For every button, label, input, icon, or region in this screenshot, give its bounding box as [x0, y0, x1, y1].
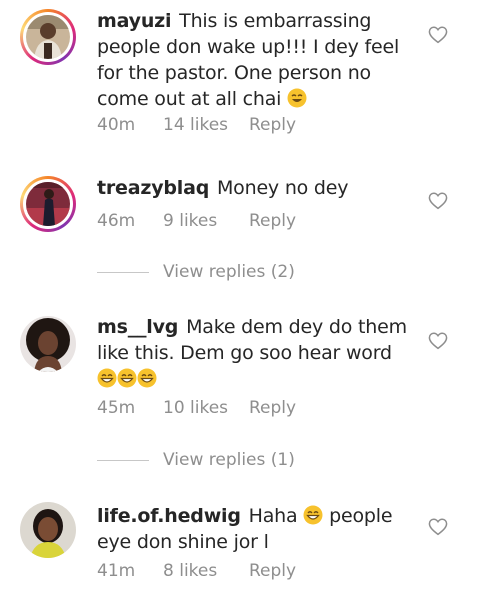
- divider-line: [97, 271, 149, 273]
- view-replies-label[interactable]: View replies (2): [163, 262, 295, 282]
- timestamp: 41m: [97, 561, 136, 581]
- username[interactable]: life.of.hedwig: [97, 505, 241, 527]
- grinning-face-icon: [303, 505, 323, 525]
- heart-outline-icon[interactable]: [428, 332, 448, 350]
- reply-button[interactable]: Reply: [249, 561, 296, 581]
- timestamp: 46m: [97, 211, 136, 231]
- comment-body-start: Haha: [248, 505, 298, 527]
- reply-button[interactable]: Reply: [249, 115, 296, 135]
- username[interactable]: treazyblaq: [97, 177, 209, 199]
- divider-line: [97, 459, 149, 461]
- likes-count[interactable]: 9 likes: [163, 211, 249, 231]
- view-replies-button[interactable]: View replies (1): [97, 450, 295, 470]
- username[interactable]: mayuzi: [97, 10, 172, 32]
- grinning-face-icon: [137, 368, 157, 388]
- comment-meta: 40m 14 likes Reply: [97, 115, 296, 135]
- avatar-woman-curly-icon[interactable]: [20, 316, 76, 372]
- avatar-man-icon[interactable]: [20, 9, 76, 65]
- comment-text: ms__lvg Make dem dey do them like this. …: [97, 314, 417, 392]
- comment-text: life.of.hedwig Haha people eye don shine…: [97, 503, 417, 555]
- comment-text: treazyblaq Money no dey: [97, 175, 417, 201]
- reply-button[interactable]: Reply: [249, 398, 296, 418]
- grinning-face-icon: [97, 368, 117, 388]
- timestamp: 40m: [97, 115, 136, 135]
- likes-count[interactable]: 14 likes: [163, 115, 249, 135]
- comment-meta: 41m 8 likes Reply: [97, 561, 296, 581]
- avatar-woman-red-icon[interactable]: [20, 176, 76, 232]
- likes-count[interactable]: 10 likes: [163, 398, 249, 418]
- comment-text: mayuzi This is embarrassing people don w…: [97, 8, 417, 112]
- likes-count[interactable]: 8 likes: [163, 561, 249, 581]
- reply-button[interactable]: Reply: [249, 211, 296, 231]
- grinning-face-icon: [117, 368, 137, 388]
- timestamp: 45m: [97, 398, 136, 418]
- heart-outline-icon[interactable]: [428, 518, 448, 536]
- comment-meta: 45m 10 likes Reply: [97, 398, 296, 418]
- username[interactable]: ms__lvg: [97, 316, 178, 338]
- comment-meta: 46m 9 likes Reply: [97, 211, 296, 231]
- comment-body: Money no dey: [216, 177, 349, 199]
- avatar-woman-yellow-icon[interactable]: [20, 502, 76, 558]
- emoji-group: [97, 366, 157, 392]
- heart-outline-icon[interactable]: [428, 26, 448, 44]
- view-replies-label[interactable]: View replies (1): [163, 450, 295, 470]
- smiling-face-icon: [287, 88, 307, 108]
- view-replies-button[interactable]: View replies (2): [97, 262, 295, 282]
- heart-outline-icon[interactable]: [428, 192, 448, 210]
